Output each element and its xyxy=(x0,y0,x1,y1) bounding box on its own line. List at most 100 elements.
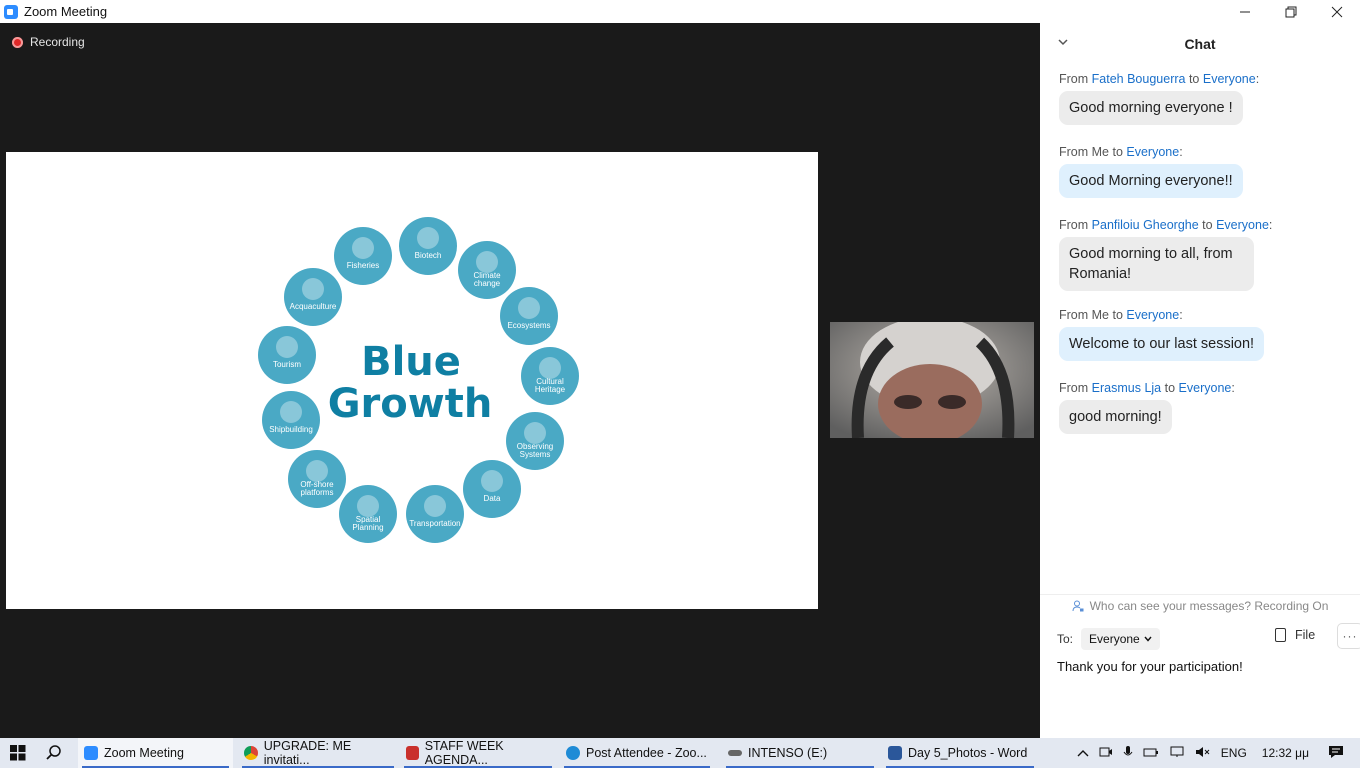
notification-icon xyxy=(1329,745,1343,758)
colon: : xyxy=(1255,72,1260,86)
from-label: From Me to xyxy=(1059,308,1123,322)
visibility-text: Who can see your messages? Recording On xyxy=(1089,598,1329,613)
chevron-down-icon[interactable] xyxy=(1058,37,1068,47)
taskbar-item-drive[interactable]: INTENSO (E:) xyxy=(722,738,878,768)
message-bubble[interactable]: Good Morning everyone!! xyxy=(1059,164,1243,198)
chat-message: From Fateh Bouguerra to Everyone: Good m… xyxy=(1059,72,1259,125)
chevron-up-icon xyxy=(1077,750,1089,757)
recording-indicator[interactable]: Recording xyxy=(12,35,85,49)
recipient-name[interactable]: Everyone xyxy=(1126,308,1179,322)
from-label: From xyxy=(1059,72,1089,86)
chat-message: From Erasmus Lja to Everyone: good morni… xyxy=(1059,381,1235,434)
chrome-icon xyxy=(244,746,258,760)
chat-message: From Me to Everyone: Good Morning everyo… xyxy=(1059,145,1243,198)
minimize-icon xyxy=(1240,11,1250,12)
message-visibility-notice[interactable]: Who can see your messages? Recording On xyxy=(1040,594,1360,614)
svg-text:Ecosystems: Ecosystems xyxy=(507,321,550,330)
camera-icon xyxy=(1099,747,1112,756)
pdf-icon xyxy=(406,746,419,760)
file-button[interactable]: File xyxy=(1275,628,1315,642)
sender-name[interactable]: Erasmus Lja xyxy=(1092,381,1161,395)
window-controls xyxy=(1222,0,1360,23)
taskbar-item-edge[interactable]: Post Attendee - Zoo... xyxy=(560,738,714,768)
start-button[interactable] xyxy=(0,738,36,768)
microphone-icon[interactable] xyxy=(1123,745,1133,762)
battery-shape-icon xyxy=(1143,748,1158,757)
taskbar-item-pdf[interactable]: STAFF WEEK AGENDA... xyxy=(400,738,556,768)
volume-muted-icon[interactable] xyxy=(1195,746,1211,761)
language-indicator[interactable]: ENG xyxy=(1221,746,1247,760)
search-button[interactable] xyxy=(36,738,72,768)
colon: : xyxy=(1231,381,1235,395)
meet-now-icon[interactable] xyxy=(1099,746,1113,761)
participant-video[interactable] xyxy=(830,322,1034,438)
more-options-button[interactable]: ··· xyxy=(1337,623,1360,649)
restore-icon xyxy=(1285,6,1297,17)
svg-text:change: change xyxy=(474,279,501,288)
sector-cultural-heritage: CulturalHeritage xyxy=(521,347,579,405)
slide-title-line2: Growth xyxy=(328,381,493,427)
close-button[interactable] xyxy=(1314,0,1360,23)
svg-text:Transportation: Transportation xyxy=(409,519,460,528)
taskbar-item-word[interactable]: Day 5_Photos - Word xyxy=(882,738,1038,768)
sector-biotech: Biotech xyxy=(399,217,457,275)
sector-shipbuilding: Shipbuilding xyxy=(262,391,320,449)
message-header: From Me to Everyone: xyxy=(1059,145,1243,159)
sector-fisheries: Fisheries xyxy=(334,227,392,285)
to-label: To: xyxy=(1057,632,1074,646)
recipient-dropdown[interactable]: Everyone xyxy=(1081,628,1160,650)
network-icon[interactable] xyxy=(1169,746,1185,761)
svg-text:Fisheries: Fisheries xyxy=(347,261,379,270)
speaker-icon xyxy=(1195,746,1210,757)
sector-ecosystems: Ecosystems xyxy=(500,287,558,345)
clock[interactable]: 12:32 μμ xyxy=(1262,746,1309,760)
taskbar-item-label: STAFF WEEK AGENDA... xyxy=(424,739,504,767)
recipient-name[interactable]: Everyone xyxy=(1216,218,1269,232)
minimize-button[interactable] xyxy=(1222,0,1268,23)
message-header: From Fateh Bouguerra to Everyone: xyxy=(1059,72,1259,86)
person-lock-icon xyxy=(1072,600,1084,611)
colon: : xyxy=(1179,308,1183,322)
message-bubble[interactable]: Welcome to our last session! xyxy=(1059,327,1265,361)
chat-message-input[interactable]: Thank you for your participation! xyxy=(1057,659,1243,674)
usb-drive-icon xyxy=(728,750,742,756)
message-header: From Erasmus Lja to Everyone: xyxy=(1059,381,1235,395)
colon: : xyxy=(1268,218,1273,232)
search-icon xyxy=(46,745,61,760)
svg-text:Biotech: Biotech xyxy=(415,251,442,260)
from-label: From xyxy=(1059,218,1089,232)
from-label: From Me to xyxy=(1059,145,1123,159)
svg-text:Planning: Planning xyxy=(352,523,383,532)
battery-icon[interactable] xyxy=(1143,746,1159,760)
recipient-name[interactable]: Everyone xyxy=(1203,72,1256,86)
chat-message: From Me to Everyone: Welcome to our last… xyxy=(1059,308,1265,361)
from-label: From xyxy=(1059,381,1089,395)
message-bubble[interactable]: Good morning everyone ! xyxy=(1059,91,1243,125)
chat-header: Chat xyxy=(1040,23,1360,65)
monitor-icon xyxy=(1170,746,1184,757)
recipient-name[interactable]: Everyone xyxy=(1179,381,1232,395)
sender-name[interactable]: Fateh Bouguerra xyxy=(1092,72,1186,86)
slide-title-line1: Blue xyxy=(361,339,461,385)
sector-off-shore-platforms: Off-shoreplatforms xyxy=(288,450,346,508)
to-label: to xyxy=(1164,381,1176,395)
message-bubble[interactable]: good morning! xyxy=(1059,400,1172,434)
recipient-row: To: Everyone File ··· xyxy=(1057,623,1360,650)
sender-name[interactable]: Panfiloiu Gheorghe xyxy=(1092,218,1199,232)
show-hidden-icons[interactable] xyxy=(1077,746,1089,760)
window-title: Zoom Meeting xyxy=(24,4,108,19)
taskbar-item-chrome[interactable]: UPGRADE: ME invitati... xyxy=(238,738,398,768)
taskbar-item-zoom[interactable]: Zoom Meeting xyxy=(78,738,233,768)
svg-text:Shipbuilding: Shipbuilding xyxy=(269,425,313,434)
windows-taskbar: Zoom Meeting UPGRADE: ME invitati... STA… xyxy=(0,738,1360,768)
zoom-app-icon xyxy=(84,746,98,760)
zoom-app-icon xyxy=(4,4,18,19)
notifications-button[interactable] xyxy=(1328,745,1344,762)
mic-icon xyxy=(1123,745,1133,755)
recipient-name[interactable]: Everyone xyxy=(1126,145,1179,159)
windows-logo-icon xyxy=(10,745,26,761)
message-bubble[interactable]: Good morning to all, from Romania! xyxy=(1059,237,1254,291)
restore-button[interactable] xyxy=(1268,0,1314,23)
chat-title: Chat xyxy=(1184,36,1216,52)
meeting-view: Recording Fisheries Biotech Climate change E… xyxy=(0,23,1040,738)
